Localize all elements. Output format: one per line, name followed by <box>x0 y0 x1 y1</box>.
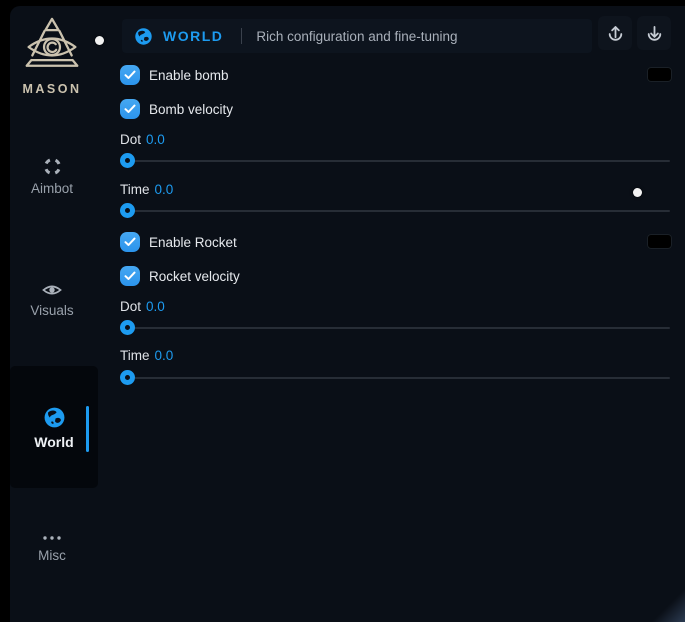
rocket-velocity-row: Rocket velocity <box>120 266 682 286</box>
pyramid-eye-logo-icon <box>22 16 82 78</box>
sidebar-item-misc[interactable]: Misc <box>10 533 94 563</box>
param-name: Time <box>120 348 150 363</box>
param-name: Time <box>120 182 150 197</box>
upload-icon <box>606 24 625 43</box>
param-value: 0.0 <box>146 299 165 314</box>
slider-thumb[interactable] <box>120 370 135 385</box>
rocket-velocity-checkbox[interactable] <box>120 266 140 286</box>
check-icon <box>124 70 136 80</box>
page-subtitle: Rich configuration and fine-tuning <box>256 29 457 44</box>
bomb-velocity-checkbox[interactable] <box>120 99 140 119</box>
eye-icon <box>42 282 62 298</box>
slider-thumb[interactable] <box>120 320 135 335</box>
globe-icon <box>43 406 66 429</box>
rocket-time-label: Time 0.0 <box>120 348 173 364</box>
enable-rocket-checkbox[interactable] <box>120 232 140 252</box>
ellipsis-icon <box>42 533 62 543</box>
sidebar: MASON Aimbot Visuals <box>10 6 120 622</box>
bomb-color-swatch[interactable] <box>647 67 672 82</box>
sidebar-item-world[interactable]: World <box>10 366 98 488</box>
param-value: 0.0 <box>155 182 174 197</box>
checkbox-label: Rocket velocity <box>149 269 240 284</box>
bomb-time-label: Time 0.0 <box>120 182 173 198</box>
rocket-time-slider[interactable] <box>120 370 670 385</box>
sidebar-item-visuals[interactable]: Visuals <box>10 282 94 318</box>
enable-rocket-row: Enable Rocket <box>120 232 682 252</box>
param-name: Dot <box>120 299 141 314</box>
slider-thumb[interactable] <box>120 203 135 218</box>
brand-name: MASON <box>10 82 94 96</box>
header-divider <box>241 28 242 44</box>
check-icon <box>124 271 136 281</box>
enable-bomb-checkbox[interactable] <box>120 65 140 85</box>
enable-bomb-row: Enable bomb <box>120 65 682 85</box>
slider-track <box>120 210 670 212</box>
selected-indicator-bar <box>86 406 90 452</box>
bomb-velocity-row: Bomb velocity <box>120 99 682 119</box>
cursor-dot <box>95 36 104 45</box>
page-header: WORLD Rich configuration and fine-tuning <box>122 19 592 53</box>
sidebar-item-label: Visuals <box>10 303 94 318</box>
bomb-dot-label: Dot 0.0 <box>120 132 165 148</box>
bomb-dot-slider[interactable] <box>120 153 670 168</box>
active-tab-title: WORLD <box>163 28 223 44</box>
sidebar-item-label: Misc <box>10 548 94 563</box>
checkbox-label: Bomb velocity <box>149 102 233 117</box>
sidebar-item-label: Aimbot <box>10 181 94 196</box>
slider-track <box>120 327 670 329</box>
check-icon <box>124 237 136 247</box>
page: MASON Aimbot Visuals <box>0 0 685 622</box>
check-icon <box>124 104 136 114</box>
param-value: 0.0 <box>155 348 174 363</box>
cursor-dot <box>633 188 642 197</box>
rocket-color-swatch[interactable] <box>647 234 672 249</box>
export-config-button[interactable] <box>598 16 632 50</box>
sidebar-item-aimbot[interactable]: Aimbot <box>10 157 94 196</box>
checkbox-label: Enable bomb <box>149 68 229 83</box>
slider-thumb[interactable] <box>120 153 135 168</box>
download-icon <box>645 24 664 43</box>
sidebar-item-label: World <box>10 434 98 450</box>
app-window: MASON Aimbot Visuals <box>10 6 685 622</box>
rocket-dot-slider[interactable] <box>120 320 670 335</box>
param-value: 0.0 <box>146 132 165 147</box>
slider-track <box>120 160 670 162</box>
param-name: Dot <box>120 132 141 147</box>
globe-icon <box>134 27 153 46</box>
rocket-dot-label: Dot 0.0 <box>120 299 165 315</box>
import-config-button[interactable] <box>637 16 671 50</box>
bomb-time-slider[interactable] <box>120 203 670 218</box>
brand-logo: MASON <box>10 16 94 96</box>
checkbox-label: Enable Rocket <box>149 235 237 250</box>
slider-track <box>120 377 670 379</box>
crosshair-icon <box>43 157 62 176</box>
